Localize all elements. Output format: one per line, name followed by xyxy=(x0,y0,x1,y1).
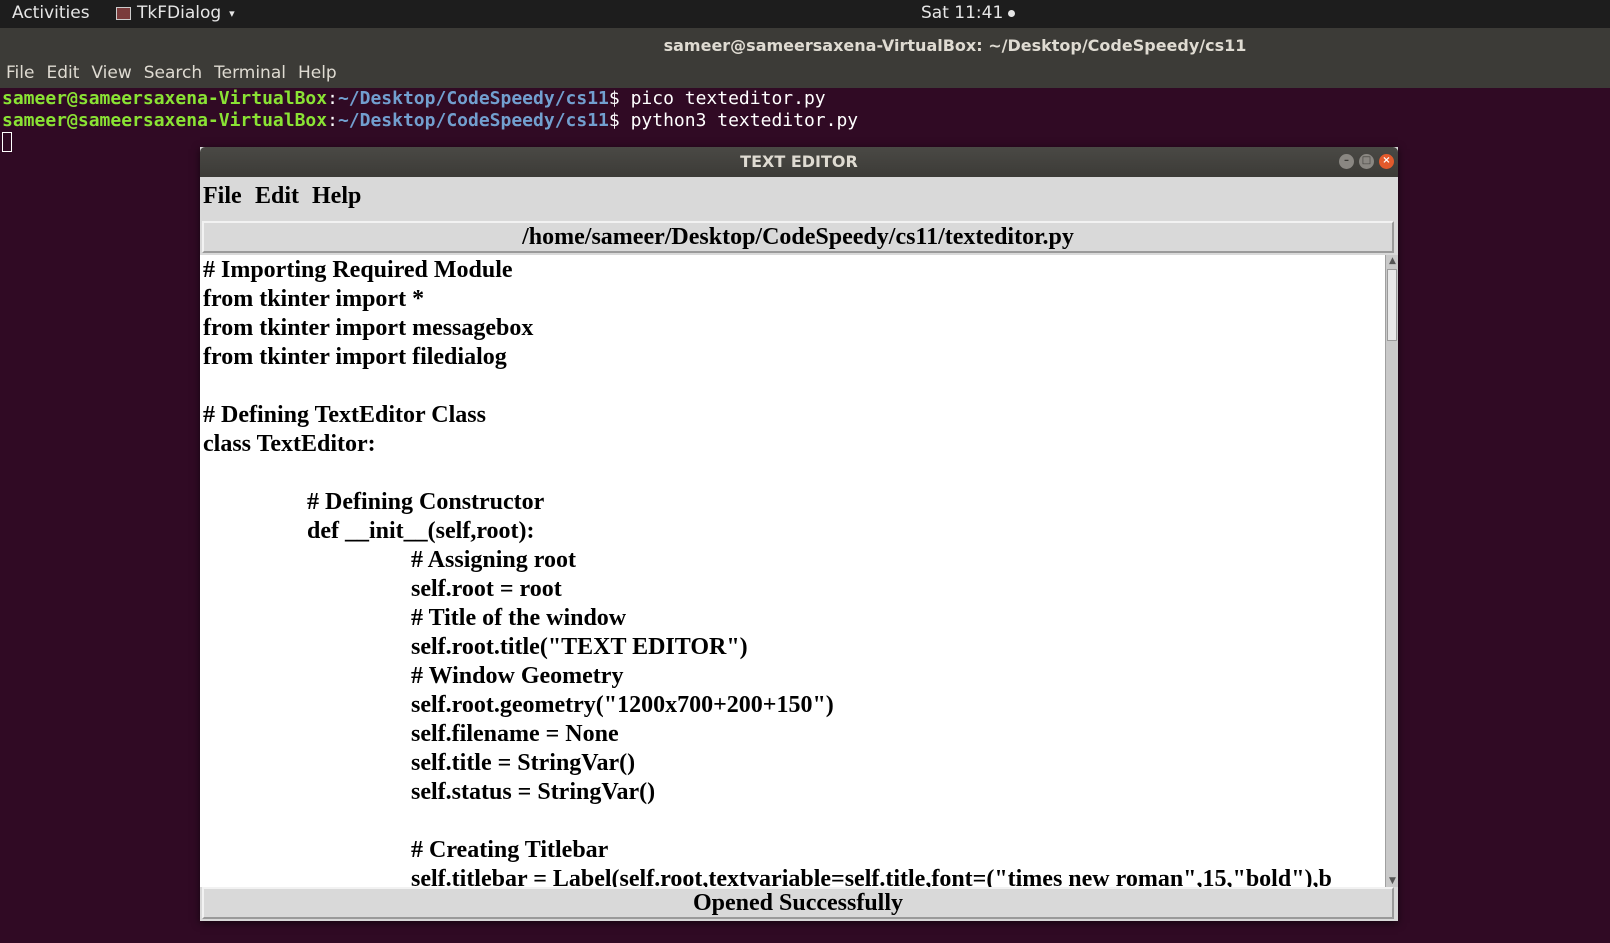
code-line: # Assigning root xyxy=(411,547,576,573)
terminal-header: sameer@sameersaxena-VirtualBox: ~/Deskto… xyxy=(0,28,1610,88)
app-menu[interactable]: TkFDialog ▾ xyxy=(116,3,235,23)
code-line: # Creating Titlebar xyxy=(411,837,609,863)
close-icon[interactable]: × xyxy=(1379,154,1394,169)
prompt-separator: : xyxy=(327,88,338,109)
prompt-user: sameer@sameersaxena-VirtualBox xyxy=(2,110,328,131)
clock[interactable]: Sat 11:41 xyxy=(921,3,1016,23)
code-line: # Defining Constructor xyxy=(307,489,545,515)
code-line: # Title of the window xyxy=(411,605,627,631)
clock-text: Sat 11:41 xyxy=(921,3,1004,23)
code-line: # Window Geometry xyxy=(411,663,624,689)
app-icon xyxy=(116,6,131,20)
editor-menu-help[interactable]: Help xyxy=(312,183,361,210)
prompt-separator: : xyxy=(327,110,338,131)
status-bar: Opened Successfully xyxy=(202,887,1394,919)
editor-menu-file[interactable]: File xyxy=(203,183,242,210)
code-line: self.root.geometry("1200x700+200+150") xyxy=(411,692,834,718)
code-line: self.root = root xyxy=(411,576,562,602)
code-line: def __init__(self,root): xyxy=(307,518,535,544)
notification-dot-icon xyxy=(1008,9,1016,17)
scrollbar-thumb[interactable] xyxy=(1387,269,1397,341)
editor-menubar: File Edit Help xyxy=(200,177,1398,217)
prompt-user: sameer@sameersaxena-VirtualBox xyxy=(2,88,328,109)
terminal-line: sameer@sameersaxena-VirtualBox:~/Desktop… xyxy=(2,88,826,110)
terminal-command: $ pico texteditor.py xyxy=(608,88,826,109)
code-line: from tkinter import * xyxy=(203,286,425,312)
editor-text-area[interactable]: # Importing Required Module from tkinter… xyxy=(200,255,1385,887)
editor-menu-edit[interactable]: Edit xyxy=(255,183,299,210)
scroll-down-arrow-icon[interactable]: ▼ xyxy=(1387,875,1398,887)
code-line: # Defining TextEditor Class xyxy=(203,402,486,428)
code-line: self.title = StringVar() xyxy=(411,750,636,776)
file-path-titlebar: /home/sameer/Desktop/CodeSpeedy/cs11/tex… xyxy=(202,221,1394,253)
terminal-menu-file[interactable]: File xyxy=(6,63,34,83)
code-line: self.status = StringVar() xyxy=(411,779,656,805)
vertical-scrollbar[interactable]: ▲ ▼ xyxy=(1385,255,1398,887)
terminal-menu-help[interactable]: Help xyxy=(298,63,337,83)
scroll-up-arrow-icon[interactable]: ▲ xyxy=(1387,255,1398,267)
activities-button[interactable]: Activities xyxy=(12,3,90,23)
terminal-menu-edit[interactable]: Edit xyxy=(46,63,79,83)
code-line: from tkinter import filedialog xyxy=(203,344,507,370)
prompt-path: ~/Desktop/CodeSpeedy/cs11 xyxy=(337,88,609,109)
code-line: from tkinter import messagebox xyxy=(203,315,534,341)
terminal-line: sameer@sameersaxena-VirtualBox:~/Desktop… xyxy=(2,110,858,132)
terminal-command: $ python3 texteditor.py xyxy=(608,110,859,131)
terminal-menubar: File Edit View Search Terminal Help xyxy=(6,63,349,83)
minimize-icon[interactable]: – xyxy=(1339,154,1354,169)
code-line: # Importing Required Module xyxy=(203,257,513,283)
app-menu-label: TkFDialog xyxy=(137,3,222,23)
text-editor-window: TEXT EDITOR – □ × File Edit Help /home/s… xyxy=(200,147,1398,921)
code-line: self.filename = None xyxy=(411,721,619,747)
terminal-title: sameer@sameersaxena-VirtualBox: ~/Deskto… xyxy=(663,36,1247,55)
window-titlebar[interactable]: TEXT EDITOR – □ × xyxy=(200,147,1398,177)
maximize-icon[interactable]: □ xyxy=(1359,154,1374,169)
code-line: self.root.title("TEXT EDITOR") xyxy=(411,634,748,660)
caret-down-icon: ▾ xyxy=(229,6,235,20)
prompt-path: ~/Desktop/CodeSpeedy/cs11 xyxy=(337,110,609,131)
terminal-cursor xyxy=(2,132,12,152)
top-bar: Activities TkFDialog ▾ Sat 11:41 xyxy=(0,0,1610,28)
terminal-menu-search[interactable]: Search xyxy=(144,63,202,83)
terminal-menu-terminal[interactable]: Terminal xyxy=(214,63,286,83)
code-line: class TextEditor: xyxy=(203,431,376,457)
terminal-menu-view[interactable]: View xyxy=(91,63,131,83)
window-title: TEXT EDITOR xyxy=(740,152,858,171)
code-line: self.titlebar = Label(self.root,textvari… xyxy=(411,866,1332,887)
